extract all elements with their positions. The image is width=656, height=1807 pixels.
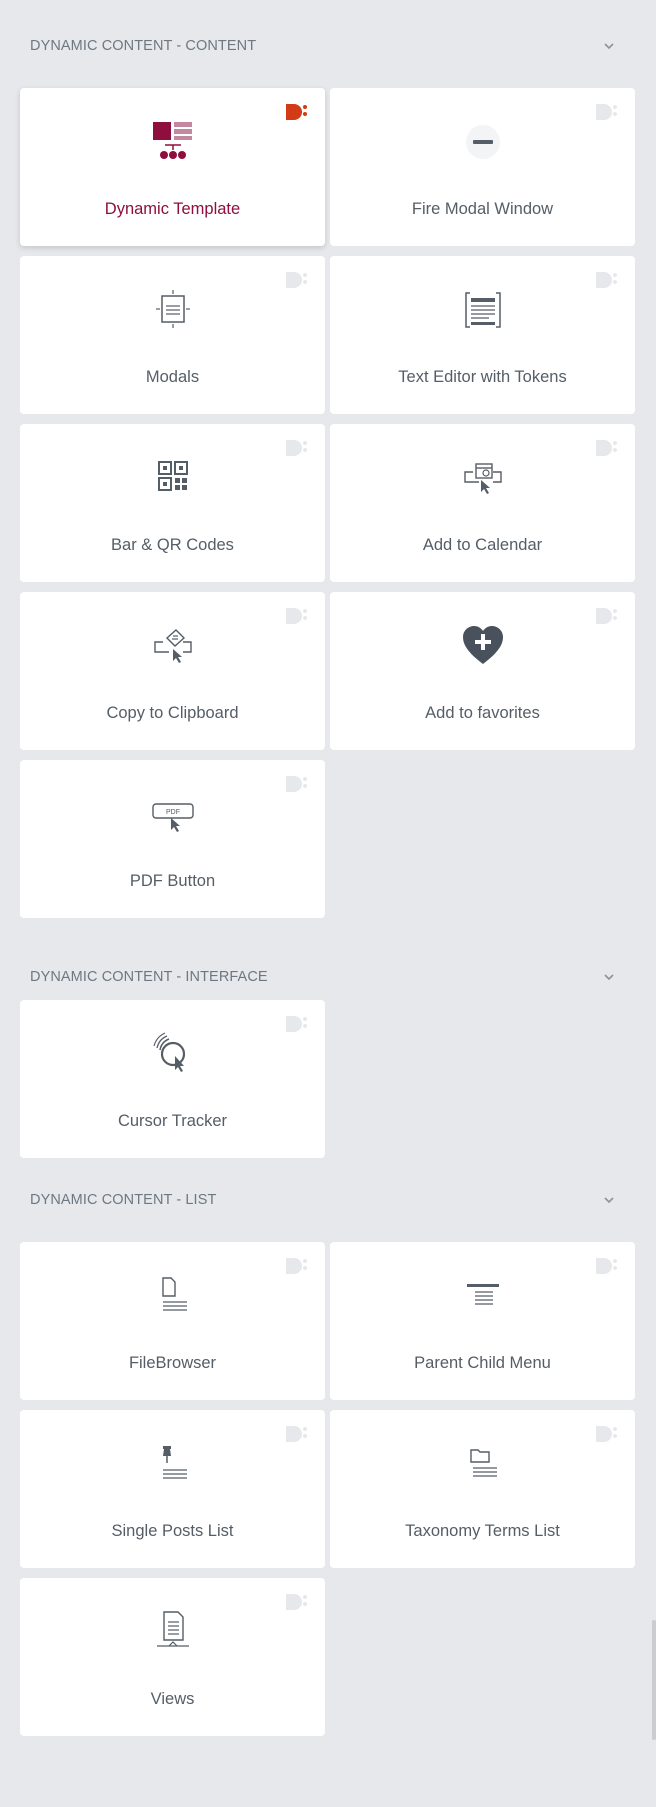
widget-views[interactable]: Views: [20, 1578, 325, 1736]
widget-label: PDF Button: [129, 872, 216, 890]
dce-badge-icon: [596, 272, 617, 288]
section-title: DYNAMIC CONTENT - LIST: [30, 1192, 217, 1208]
widget-label: Text Editor with Tokens: [398, 368, 567, 386]
dynamic-template-icon: [152, 122, 192, 159]
section-header-interface[interactable]: DYNAMIC CONTENT - INTERFACE: [0, 957, 656, 997]
widget-label: Add to Calendar: [422, 536, 543, 554]
widget-label: Cursor Tracker: [117, 1112, 228, 1130]
scrollbar[interactable]: [652, 1620, 656, 1740]
widget-filebrowser[interactable]: FileBrowser: [20, 1242, 325, 1400]
widget-label: Modals: [145, 368, 200, 386]
folder-list-icon: [469, 1449, 497, 1477]
calendar-click-icon: [463, 463, 502, 494]
widget-pdf-button[interactable]: PDF PDF Button: [20, 760, 325, 918]
qr-code-icon: [157, 461, 188, 491]
widget-label: Dynamic Template: [104, 200, 241, 218]
widget-label: Single Posts List: [111, 1522, 234, 1540]
dce-badge-icon: [596, 440, 617, 456]
dce-badge-icon: [286, 1594, 307, 1610]
widget-bar-qr-codes[interactable]: Bar & QR Codes: [20, 424, 325, 582]
heart-plus-icon: [462, 626, 503, 664]
widget-label: Fire Modal Window: [411, 200, 554, 218]
text-editor-tokens-icon: [464, 292, 501, 328]
fire-modal-icon: [465, 125, 500, 159]
dce-badge-icon: [596, 608, 617, 624]
widget-label: FileBrowser: [128, 1354, 217, 1372]
widget-label: Add to favorites: [425, 704, 540, 722]
chevron-down-icon: [604, 974, 614, 981]
widget-label: Taxonomy Terms List: [405, 1522, 560, 1540]
dce-badge-icon: [286, 1016, 307, 1032]
clipboard-click-icon: [153, 629, 192, 663]
section-title: DYNAMIC CONTENT - INTERFACE: [30, 969, 268, 985]
dce-badge-icon: [286, 776, 307, 792]
dce-badge-icon: [596, 1426, 617, 1442]
file-browser-icon: [161, 1277, 187, 1311]
widget-add-to-favorites[interactable]: Add to favorites: [330, 592, 635, 750]
widget-add-to-calendar[interactable]: Add to Calendar: [330, 424, 635, 582]
dce-badge-icon: [286, 608, 307, 624]
widget-dynamic-template[interactable]: Dynamic Template: [20, 88, 325, 246]
section-header-list[interactable]: DYNAMIC CONTENT - LIST: [0, 1180, 656, 1220]
widget-cursor-tracker[interactable]: Cursor Tracker: [20, 1000, 325, 1158]
widget-modals[interactable]: Modals: [20, 256, 325, 414]
svg-text:PDF: PDF: [166, 809, 180, 816]
pdf-button-icon: PDF: [151, 803, 194, 832]
modals-icon: [155, 290, 190, 328]
dce-badge-icon: [286, 272, 307, 288]
widget-label: Parent Child Menu: [414, 1354, 551, 1372]
widget-copy-to-clipboard[interactable]: Copy to Clipboard: [20, 592, 325, 750]
dce-badge-icon: [286, 440, 307, 456]
pin-list-icon: [162, 1446, 187, 1479]
dce-badge-icon: [286, 104, 307, 120]
widget-label: Views: [150, 1690, 195, 1708]
views-document-icon: [156, 1611, 189, 1647]
dce-badge-icon: [596, 1258, 617, 1274]
widget-fire-modal-window[interactable]: Fire Modal Window: [330, 88, 635, 246]
widget-single-posts-list[interactable]: Single Posts List: [20, 1410, 325, 1568]
dce-badge-icon: [596, 104, 617, 120]
dce-badge-icon: [286, 1426, 307, 1442]
chevron-down-icon: [604, 43, 614, 50]
widget-label: Copy to Clipboard: [106, 704, 239, 722]
widget-text-editor-tokens[interactable]: Text Editor with Tokens: [330, 256, 635, 414]
cursor-tracker-icon: [152, 1032, 185, 1072]
widget-taxonomy-terms-list[interactable]: Taxonomy Terms List: [330, 1410, 635, 1568]
parent-child-menu-icon: [466, 1284, 499, 1305]
section-title: DYNAMIC CONTENT - CONTENT: [30, 38, 257, 54]
widget-parent-child-menu[interactable]: Parent Child Menu: [330, 1242, 635, 1400]
dce-badge-icon: [286, 1258, 307, 1274]
widget-label: Bar & QR Codes: [111, 536, 234, 554]
section-header-content[interactable]: DYNAMIC CONTENT - CONTENT: [0, 26, 656, 66]
chevron-down-icon: [604, 1197, 614, 1204]
